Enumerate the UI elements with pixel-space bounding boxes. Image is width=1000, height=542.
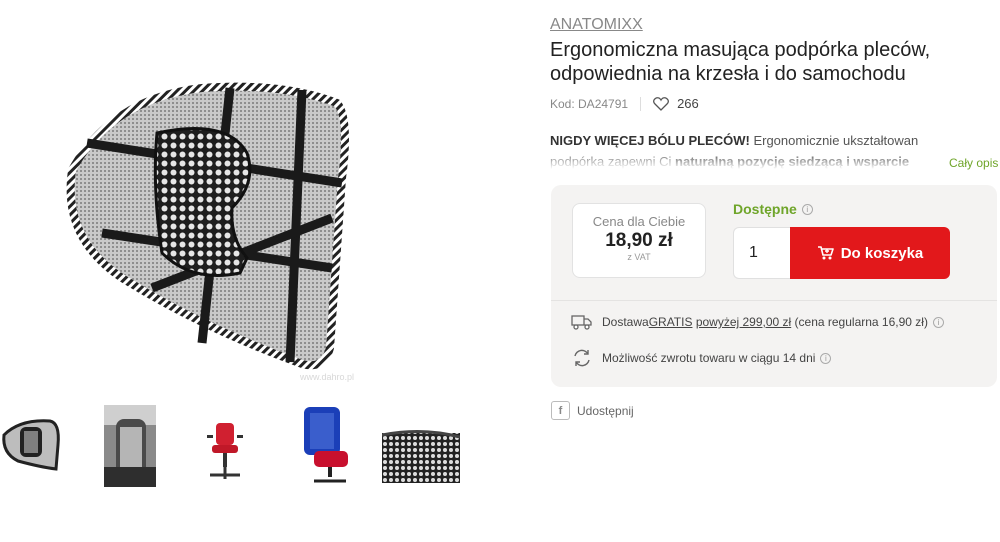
returns-text: Możliwość zwrotu towaru w ciągu 14 dni xyxy=(602,351,816,365)
meta-divider xyxy=(640,96,642,111)
share-button[interactable]: f Udostępnij xyxy=(551,401,634,420)
product-meta: Kod: DA24791 266 xyxy=(550,96,699,111)
price-value: 18,90 zł xyxy=(605,230,673,251)
thumbnail-2[interactable] xyxy=(104,405,156,487)
returns-info-icon[interactable]: i xyxy=(820,352,832,364)
product-description: NIGDY WIĘCEJ BÓLU PLECÓW! Ergonomicznie … xyxy=(550,130,950,175)
shipping-suffix: (cena regularna 16,90 zł) xyxy=(791,315,928,329)
shipping-info-icon[interactable]: i xyxy=(932,316,944,328)
description-headline: NIGDY WIĘCEJ BÓLU PLECÓW! xyxy=(550,133,750,148)
thumbnail-4[interactable] xyxy=(300,405,352,487)
price-label: Cena dla Ciebie xyxy=(592,214,686,229)
add-to-cart-label: Do koszyka xyxy=(840,244,924,262)
product-code: Kod: DA24791 xyxy=(550,96,629,111)
add-to-cart-button[interactable]: Do koszyka xyxy=(790,227,950,279)
info-icon[interactable]: i xyxy=(801,203,813,215)
favorite-button[interactable]: 266 xyxy=(653,96,699,111)
thumbnail-5[interactable] xyxy=(382,405,460,487)
thumbnail-3[interactable] xyxy=(202,405,248,487)
price-box: Cena dla Ciebie 18,90 zł z VAT xyxy=(572,203,706,278)
brand-link[interactable]: ANATOMIXX xyxy=(550,16,643,34)
return-icon xyxy=(574,349,590,367)
price-vat: z VAT xyxy=(627,252,651,262)
purchase-panel: Cena dla Ciebie 18,90 zł z VAT Dostępne … xyxy=(551,185,997,387)
heart-icon xyxy=(653,96,670,111)
cart-icon xyxy=(817,246,834,260)
quantity-input[interactable] xyxy=(733,227,791,279)
thumbnail-1[interactable] xyxy=(0,405,64,487)
likes-count: 266 xyxy=(677,96,699,111)
truck-icon xyxy=(571,315,592,330)
shipping-prefix: Dostawa xyxy=(602,315,649,329)
main-product-image[interactable] xyxy=(52,78,352,378)
availability-label: Dostępne xyxy=(733,201,797,217)
thumbnail-strip xyxy=(0,405,470,487)
shipping-gratis-link[interactable]: GRATIS xyxy=(649,315,693,329)
facebook-icon: f xyxy=(551,401,570,420)
returns-info: Możliwość zwrotu towaru w ciągu 14 dni i xyxy=(571,348,832,368)
product-title: Ergonomiczna masująca podpórka pleców, o… xyxy=(550,39,931,85)
panel-divider xyxy=(551,300,997,301)
availability-status: Dostępne i xyxy=(733,201,813,217)
share-label: Udostępnij xyxy=(577,403,634,418)
full-description-link[interactable]: Cały opis xyxy=(949,156,998,170)
shipping-info: Dostawa GRATIS powyżej 299,00 zł (cena r… xyxy=(571,314,944,330)
image-watermark: www.dahro.pl xyxy=(300,372,355,382)
shipping-threshold-link[interactable]: powyżej 299,00 zł xyxy=(696,315,791,329)
